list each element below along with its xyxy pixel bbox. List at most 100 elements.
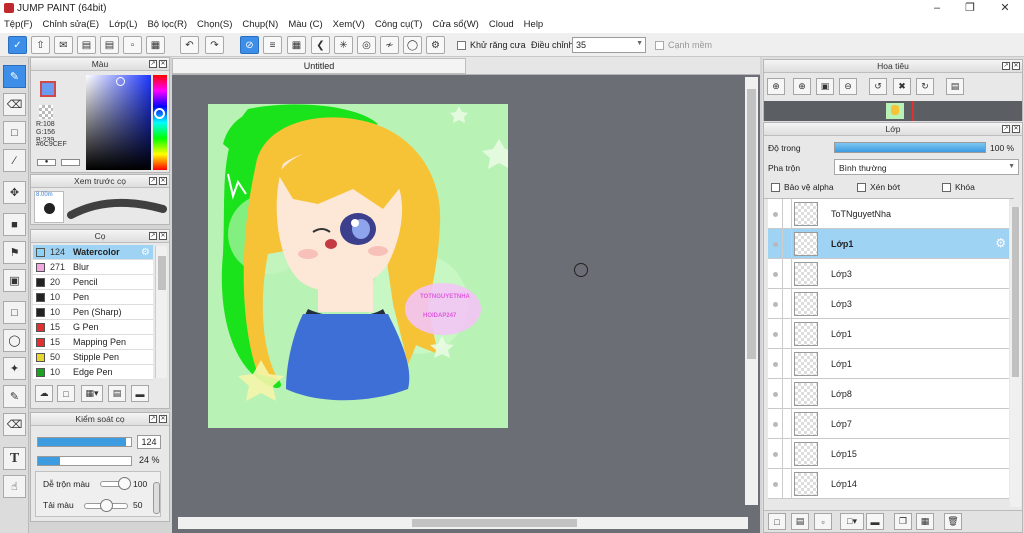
rectangle-tool-icon[interactable]: □ [3,121,26,144]
menu-color[interactable]: Màu (C) [288,19,322,30]
layer-visibility-icon[interactable] [768,469,783,499]
protect-alpha-checkbox[interactable] [771,183,780,192]
artwork-canvas[interactable]: TOTNGUYETNHA HOIDAP247 [208,104,508,428]
mix-slider-knob[interactable] [100,499,113,512]
select-rect-tool-icon[interactable]: □ [3,301,26,324]
menu-cloud[interactable]: Cloud [489,19,514,30]
close-icon[interactable]: ✕ [159,177,167,185]
upload-icon[interactable]: ⇧ [31,36,50,54]
no-ruler-icon[interactable]: ⊘ [240,36,259,54]
navigator-settings-icon[interactable]: ▤ [946,78,964,95]
layer-folder-icon[interactable]: ▬ [866,513,884,530]
canvas-horizontal-scrollbar[interactable] [178,517,748,529]
antialias-checkbox[interactable] [457,41,466,50]
ellipse-ruler-icon[interactable]: ◯ [403,36,422,54]
hue-cursor[interactable] [154,108,165,119]
rotate-right-icon[interactable]: ↻ [916,78,934,95]
fill-rect-tool-icon[interactable]: ■ [3,213,26,236]
layout-icon[interactable]: ▦ [146,36,165,54]
brush-item[interactable]: 10 Edge Pen [33,365,153,380]
primary-color-swatch[interactable] [40,81,56,97]
brush-list-scrollbar[interactable] [155,246,167,378]
layer-row[interactable]: Lớp1 ⚙ [768,229,1009,259]
scroll-thumb[interactable] [158,256,166,290]
color-picker-cursor[interactable] [116,77,125,86]
text-tool-icon[interactable]: T [3,447,26,470]
lock-checkbox[interactable] [942,183,951,192]
canvas-vertical-scrollbar[interactable] [745,77,758,505]
duplicate-layer-icon[interactable]: ❐ [894,513,912,530]
menu-window[interactable]: Cửa sổ(W) [432,19,478,30]
menu-layer[interactable]: Lớp(L) [109,19,137,30]
menu-view[interactable]: Xem(V) [333,19,365,30]
float-icon[interactable]: ↗ [149,415,157,423]
transparent-color-swatch[interactable] [39,105,53,119]
radial-ruler-icon[interactable]: ✳ [334,36,353,54]
menu-capture[interactable]: Chụp(N) [242,19,278,30]
adjust-select[interactable]: 35 ▼ [572,37,646,53]
color-mode-button[interactable]: ● [37,159,56,166]
flip-icon[interactable]: ✖ [893,78,911,95]
new-layer-icon[interactable]: □ [768,513,786,530]
hue-slider[interactable] [153,75,167,170]
scroll-thumb[interactable] [1012,207,1019,377]
layer-lock-toggle[interactable] [783,439,792,469]
navigator-preview[interactable] [764,101,1022,121]
new-halftone-layer-icon[interactable]: ▤ [791,513,809,530]
layer-row[interactable]: Lớp15 [768,439,1009,469]
layer-row[interactable]: Lớp1 [768,349,1009,379]
brush-opacity-slider[interactable] [37,456,132,466]
edge-checkbox[interactable] [655,41,664,50]
fit-screen-icon[interactable]: ▣ [816,78,834,95]
layer-row[interactable]: Lớp8 [768,379,1009,409]
canvas-area[interactable]: Untitled TOTNGUYETNHA HOIDAP247 [172,57,760,533]
close-button[interactable]: ✕ [990,0,1020,16]
vertical-scroll-thumb[interactable] [747,89,756,359]
grid-ruler-icon[interactable]: ▦ [287,36,306,54]
concentric-ruler-icon[interactable]: ◎ [357,36,376,54]
brush-size-value[interactable]: 124 [137,435,161,449]
layer-visibility-icon[interactable] [768,199,783,229]
new-brush-icon[interactable]: □ [57,385,75,402]
comment-icon[interactable]: ✉ [54,36,73,54]
layer-lock-toggle[interactable] [783,199,792,229]
redo-icon[interactable]: ↷ [205,36,224,54]
merge-layer-icon[interactable]: ▦ [916,513,934,530]
select-eraser-tool-icon[interactable]: ⌫ [3,413,26,436]
layer-visibility-icon[interactable] [768,319,783,349]
layer-visibility-icon[interactable] [768,439,783,469]
new-8bit-layer-icon[interactable]: ▫ [814,513,832,530]
float-icon[interactable]: ↗ [1002,62,1010,70]
blend-scroll[interactable] [153,482,160,514]
brush-item[interactable]: 15 G Pen [33,320,153,335]
brush-tool-icon[interactable]: ✎ [3,65,26,88]
minimize-button[interactable]: – [922,0,952,16]
page-icon[interactable]: ▫ [123,36,142,54]
layer-lock-toggle[interactable] [783,259,792,289]
close-icon[interactable]: ✕ [159,232,167,240]
layer-menu-icon[interactable]: □▾ [840,513,864,530]
perspective-ruler-icon[interactable]: ❮ [311,36,330,54]
brush-item[interactable]: 271 Blur [33,260,153,275]
menu-help[interactable]: Help [524,19,544,30]
layer-lock-toggle[interactable] [783,379,792,409]
saturation-value-picker[interactable] [86,75,151,170]
menu-tools[interactable]: Công cụ(T) [375,19,423,30]
float-icon[interactable]: ↗ [149,232,157,240]
layer-blend-select[interactable]: Bình thường ▼ [834,159,1019,175]
brush-settings-gear-icon[interactable]: ⚙ [141,245,150,260]
maximize-button[interactable]: ❐ [955,0,985,16]
layer-lock-toggle[interactable] [783,319,792,349]
lasso-tool-icon[interactable]: ◯ [3,329,26,352]
layer-visibility-icon[interactable] [768,409,783,439]
color-swap-button[interactable] [61,159,80,166]
layer-settings-gear-icon[interactable]: ⚙ [995,236,1006,250]
brush-item[interactable]: 20 Pencil [33,275,153,290]
curve-ruler-icon[interactable]: ≁ [380,36,399,54]
layer-lock-toggle[interactable] [783,469,792,499]
close-icon[interactable]: ✕ [1012,62,1020,70]
layer-opacity-slider[interactable] [834,142,986,153]
brush-menu-icon[interactable]: ▦▾ [81,385,103,402]
clip-checkbox[interactable] [857,183,866,192]
layer-row[interactable]: Lớp14 [768,469,1009,499]
